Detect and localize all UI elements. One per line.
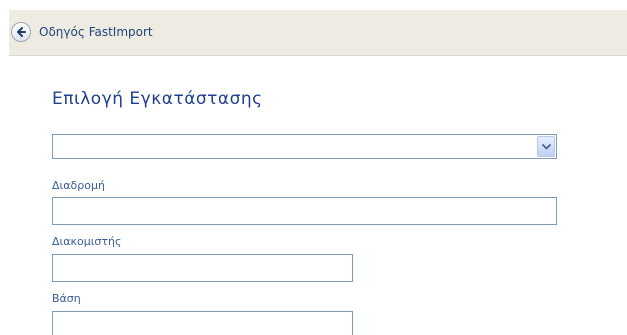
server-input[interactable]	[52, 254, 353, 282]
database-label: Βάση	[52, 292, 81, 305]
server-label: Διακομιστής	[52, 235, 122, 248]
installation-select[interactable]	[52, 134, 557, 159]
chevron-down-icon	[542, 144, 551, 150]
database-input[interactable]	[52, 311, 353, 335]
dropdown-button[interactable]	[537, 136, 555, 157]
app-title: Οδηγός FastImport	[39, 25, 153, 39]
path-label: Διαδρομή	[52, 179, 105, 192]
back-button[interactable]	[11, 22, 31, 42]
path-input[interactable]	[52, 197, 557, 225]
section-title: Επιλογή Εγκατάστασης	[52, 89, 263, 109]
back-arrow-icon	[17, 27, 26, 37]
wizard-window: Οδηγός FastImport Επιλογή Εγκατάστασης Δ…	[0, 0, 627, 335]
title-bar: Οδηγός FastImport	[9, 10, 627, 56]
